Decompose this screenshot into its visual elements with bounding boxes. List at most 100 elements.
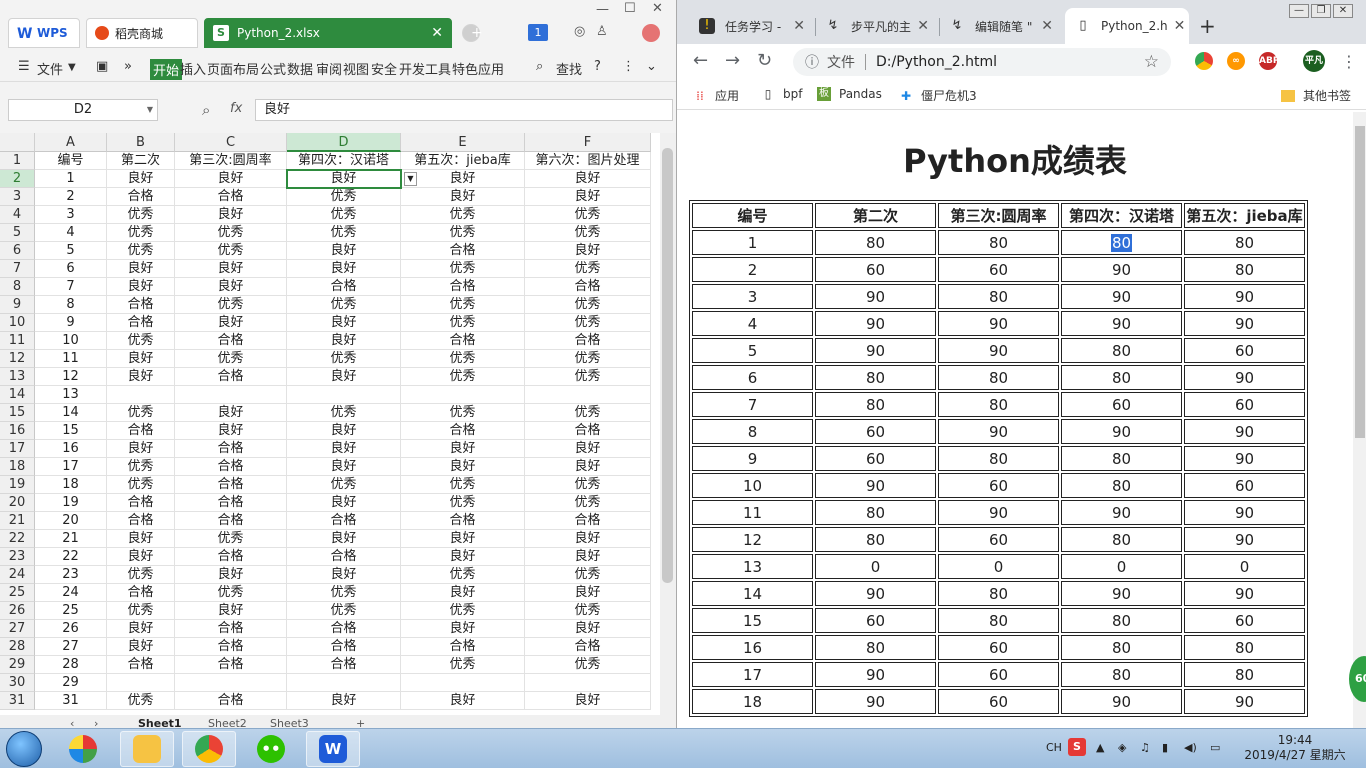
grid-cell[interactable]: 优秀: [175, 296, 287, 314]
row-header[interactable]: 10: [0, 314, 35, 332]
grid-cell[interactable]: 3: [35, 206, 107, 224]
grid-cell[interactable]: 合格: [175, 332, 287, 350]
grid-cell[interactable]: 优秀: [525, 260, 651, 278]
grid-cell[interactable]: 合格: [525, 512, 651, 530]
grid-cell[interactable]: 优秀: [401, 224, 525, 242]
grid-cell[interactable]: 优秀: [175, 350, 287, 368]
grid-cell[interactable]: 优秀: [525, 350, 651, 368]
grid-cell[interactable]: 合格: [175, 692, 287, 710]
row-header[interactable]: 5: [0, 224, 35, 242]
grid-cell[interactable]: 良好: [401, 440, 525, 458]
grid-cell[interactable]: 良好: [401, 584, 525, 602]
row-header[interactable]: 26: [0, 602, 35, 620]
grid-cell[interactable]: 良好: [401, 170, 525, 188]
grid-cell[interactable]: 良好: [525, 530, 651, 548]
grid-cell[interactable]: 25: [35, 602, 107, 620]
collapse-ribbon-icon[interactable]: ⌄: [646, 59, 657, 74]
chevron-down-icon[interactable]: ▼: [68, 62, 76, 73]
grid-cell[interactable]: 合格: [175, 476, 287, 494]
search-label[interactable]: 查找: [556, 59, 582, 78]
menu-file[interactable]: 文件: [37, 59, 63, 78]
usb-icon[interactable]: ▮: [1162, 741, 1168, 754]
user-avatar[interactable]: [642, 24, 660, 42]
grid-cell[interactable]: 优秀: [525, 224, 651, 242]
tray-expand-icon[interactable]: ▲: [1096, 741, 1104, 754]
grid-cell[interactable]: 14: [35, 404, 107, 422]
sogou-ime-icon[interactable]: S: [1068, 738, 1086, 756]
grid-cell[interactable]: 4: [35, 224, 107, 242]
menu-start[interactable]: 开始: [150, 59, 183, 80]
row-header[interactable]: 20: [0, 494, 35, 512]
grid-cell[interactable]: 良好: [401, 692, 525, 710]
row-header[interactable]: 11: [0, 332, 35, 350]
docer-store-tab[interactable]: 稻壳商城: [86, 18, 198, 48]
grid-cell[interactable]: 合格: [401, 512, 525, 530]
close-window-icon[interactable]: ✕: [1333, 4, 1353, 18]
grid-cell[interactable]: 10: [35, 332, 107, 350]
close-tab-icon[interactable]: ✕: [911, 18, 929, 34]
grid-cell[interactable]: 合格: [525, 332, 651, 350]
input-language[interactable]: CH: [1046, 741, 1062, 754]
grid-cell[interactable]: 优秀: [107, 224, 175, 242]
grid-cell[interactable]: 合格: [175, 548, 287, 566]
back-icon[interactable]: ←: [693, 50, 708, 71]
grid-cell[interactable]: 良好: [175, 260, 287, 278]
name-box-dropdown-icon[interactable]: ▼: [147, 100, 153, 120]
header-cell[interactable]: 第四次：汉诺塔: [287, 152, 401, 170]
restore-icon[interactable]: ❐: [1311, 4, 1331, 18]
menu-insert[interactable]: 插入: [180, 59, 206, 78]
taskbar-wechat[interactable]: ••: [244, 731, 298, 767]
grid-cell[interactable]: 31: [35, 692, 107, 710]
volume-icon[interactable]: ◀): [1184, 741, 1197, 754]
grid-cell[interactable]: 优秀: [401, 566, 525, 584]
row-header[interactable]: 9: [0, 296, 35, 314]
browser-tab-4-active[interactable]: ▯ Python_2.h ✕: [1065, 8, 1189, 44]
grid-cell[interactable]: 合格: [175, 494, 287, 512]
row-header[interactable]: 31: [0, 692, 35, 710]
header-cell[interactable]: 第六次：图片处理: [525, 152, 651, 170]
grid-cell[interactable]: 优秀: [287, 584, 401, 602]
grid-cell[interactable]: 24: [35, 584, 107, 602]
grid-cell[interactable]: 优秀: [175, 242, 287, 260]
grid-cell[interactable]: 优秀: [401, 314, 525, 332]
grid-cell[interactable]: 合格: [401, 332, 525, 350]
search-icon[interactable]: ⌕: [536, 59, 543, 74]
grid-cell[interactable]: 优秀: [525, 476, 651, 494]
grid-cell[interactable]: 21: [35, 530, 107, 548]
system-clock[interactable]: 19:44 2019/4/27 星期六: [1240, 733, 1350, 763]
row-header[interactable]: 27: [0, 620, 35, 638]
row-header[interactable]: 15: [0, 404, 35, 422]
maximize-icon[interactable]: ☐: [624, 1, 636, 16]
new-tab-plus-icon[interactable]: +: [462, 24, 483, 42]
grid-cell[interactable]: 良好: [175, 404, 287, 422]
other-bookmarks[interactable]: 其他书签: [1281, 87, 1351, 104]
grid-cell[interactable]: 良好: [287, 242, 401, 260]
grid-cell[interactable]: 合格: [107, 494, 175, 512]
grid-cell[interactable]: 合格: [525, 422, 651, 440]
grid-cell[interactable]: 合格: [401, 278, 525, 296]
grid-cell[interactable]: 优秀: [287, 224, 401, 242]
skin-icon[interactable]: ◎: [574, 24, 585, 39]
grid-cell[interactable]: 27: [35, 638, 107, 656]
spreadsheet-grid[interactable]: ABCDEF 1 2 3 4 5 6 7 8 9 10 11 12 13 14 15 16 17 18 19 20 21…: [0, 133, 660, 715]
grid-cell[interactable]: 良好: [287, 458, 401, 476]
grid-cell[interactable]: 良好: [107, 278, 175, 296]
row-header[interactable]: 30: [0, 674, 35, 692]
grid-cell[interactable]: 优秀: [401, 602, 525, 620]
shirt-icon[interactable]: ♙: [596, 24, 608, 39]
grid-cell[interactable]: 6: [35, 260, 107, 278]
address-bar[interactable]: ⓘ 文件 D:/Python_2.html ☆: [793, 48, 1171, 76]
menu-developer[interactable]: 开发工具: [399, 59, 451, 78]
reload-icon[interactable]: ↻: [757, 50, 772, 71]
grid-cell[interactable]: [401, 674, 525, 692]
menu-security[interactable]: 安全: [371, 59, 397, 78]
row-header[interactable]: 1: [0, 152, 35, 170]
grid-cell[interactable]: 优秀: [107, 476, 175, 494]
menu-formula[interactable]: 公式: [260, 59, 286, 78]
browser-tab-2[interactable]: ↯ 步平凡的主 ✕: [815, 8, 939, 44]
chrome-extension-icon[interactable]: [1195, 52, 1213, 70]
grid-cell[interactable]: 优秀: [525, 314, 651, 332]
grid-cell[interactable]: 合格: [107, 188, 175, 206]
grid-cell[interactable]: 优秀: [525, 656, 651, 674]
header-cell[interactable]: 编号: [35, 152, 107, 170]
